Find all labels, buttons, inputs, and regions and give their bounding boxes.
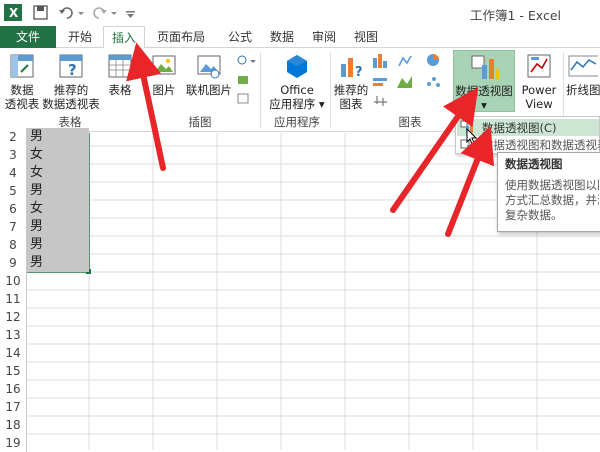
svg-text:?: ? [68, 61, 77, 79]
recommended-pivot-icon: ? [59, 54, 83, 79]
row-header[interactable]: 11 [0, 290, 27, 308]
tab-view[interactable]: 视图 [346, 26, 386, 48]
online-picture-button[interactable]: 联机图片 [184, 52, 234, 112]
office-apps-label: Office 应用程序 ▾ [269, 83, 325, 111]
cell[interactable]: 男 [27, 254, 89, 272]
power-view-label: Power View [521, 83, 557, 111]
dropdown-item-pivot-chart-and-table[interactable]: 数据透视图和数据透视表 [482, 139, 600, 151]
pivot-table-label: 数据 透视表 [4, 83, 40, 111]
row-header[interactable]: 6 [0, 200, 27, 218]
row-header[interactable]: 9 [0, 254, 27, 272]
cell[interactable]: 男 [27, 128, 89, 146]
row-header[interactable]: 16 [0, 380, 27, 398]
row-header[interactable]: 17 [0, 398, 27, 416]
picture-button[interactable]: 图片 [146, 52, 182, 112]
table-label: 表格 [108, 83, 132, 97]
row-header[interactable]: 12 [0, 308, 27, 326]
title-bar: X 工作簿1 - Excel [0, 0, 600, 26]
window-title: 工作簿1 - Excel [470, 8, 562, 23]
cell[interactable]: 女 [27, 164, 89, 182]
line-sparkline-button[interactable]: 折线图 [566, 52, 600, 112]
row-header[interactable]: 3 [0, 146, 27, 164]
cell[interactable]: 女 [27, 146, 89, 164]
mouse-cursor-icon [466, 128, 478, 145]
redo-icon[interactable] [90, 4, 118, 22]
pivot-table-icon [10, 54, 34, 78]
office-apps-button[interactable]: Office 应用程序 ▾ [264, 52, 330, 112]
cell[interactable]: 女 [27, 200, 89, 218]
ribbon-tabs: 文件 开始 插入 页面布局 公式 数据 审阅 视图 [0, 26, 600, 49]
cell[interactable]: 男 [27, 182, 89, 200]
row-header[interactable]: 4 [0, 164, 27, 182]
recommended-charts-icon: ? [341, 58, 363, 80]
table-icon [108, 54, 132, 78]
row-header[interactable]: 19 [0, 434, 27, 452]
cell[interactable]: 男 [27, 218, 89, 236]
pivot-chart-button[interactable]: 数据透视图 ▾ [453, 50, 515, 112]
excel-logo-icon: X [4, 4, 22, 21]
tooltip-body: 使用数据透视图以图 方式汇总数据，并浏 复杂数据。 [505, 178, 599, 222]
tab-insert[interactable]: 插入 [103, 26, 145, 49]
pivot-chart-icon [471, 55, 499, 79]
row-header[interactable]: 18 [0, 416, 27, 434]
row-header[interactable]: 7 [0, 218, 27, 236]
pivot-chart-label: 数据透视图 ▾ [455, 84, 513, 112]
row-header[interactable]: 2 [0, 128, 27, 146]
table-button[interactable]: 表格 [103, 52, 137, 112]
recommended-charts-label: 推荐的 图表 [333, 83, 369, 111]
online-picture-icon [197, 55, 221, 79]
tab-data[interactable]: 数据 [262, 26, 302, 48]
cell[interactable]: 男 [27, 236, 89, 254]
row-header[interactable]: 5 [0, 182, 27, 200]
recommended-pivot-table-button[interactable]: ? 推荐的 数据透视表 [42, 52, 100, 112]
row-header[interactable]: 8 [0, 236, 27, 254]
tooltip-title: 数据透视图 [505, 157, 563, 171]
line-sparkline-icon [568, 55, 600, 77]
svg-text:X: X [9, 6, 19, 20]
row-header[interactable]: 13 [0, 326, 27, 344]
customize-toolbar-icon[interactable] [124, 4, 138, 22]
tab-file[interactable]: 文件 [0, 26, 56, 48]
group-label-charts: 图表 [398, 115, 422, 129]
row-header[interactable]: 10 [0, 272, 27, 290]
power-view-button[interactable]: Power View [517, 52, 561, 112]
dropdown-item-pivot-chart-label: 数据透视图(C) [482, 121, 557, 135]
picture-label: 图片 [152, 83, 176, 97]
tab-formulas[interactable]: 公式 [220, 26, 260, 48]
recommended-pivot-label: 推荐的 数据透视表 [42, 83, 100, 111]
pivot-table-button[interactable]: 数据 透视表 [2, 52, 42, 112]
svg-text:?: ? [355, 65, 363, 80]
power-view-icon [527, 54, 551, 78]
picture-icon [152, 55, 176, 75]
line-sparkline-label: 折线图 [566, 83, 600, 97]
online-picture-label: 联机图片 [186, 83, 232, 97]
tab-page-layout[interactable]: 页面布局 [146, 26, 216, 48]
chart-type-icons[interactable] [371, 52, 453, 112]
pivot-chart-tooltip: 数据透视图 使用数据透视图以图 方式汇总数据，并浏 复杂数据。 [497, 152, 600, 232]
office-store-icon [287, 55, 307, 78]
row-header[interactable]: 15 [0, 362, 27, 380]
undo-icon[interactable] [58, 4, 86, 22]
group-label-illustrations: 插图 [188, 115, 212, 129]
shapes-icons[interactable] [234, 52, 256, 112]
row-header[interactable]: 14 [0, 344, 27, 362]
tab-review[interactable]: 审阅 [304, 26, 344, 48]
group-label-apps: 应用程序 [274, 115, 320, 129]
tab-home[interactable]: 开始 [60, 26, 100, 48]
recommended-charts-button[interactable]: ? 推荐的 图表 [331, 52, 371, 112]
save-icon[interactable] [32, 4, 50, 22]
